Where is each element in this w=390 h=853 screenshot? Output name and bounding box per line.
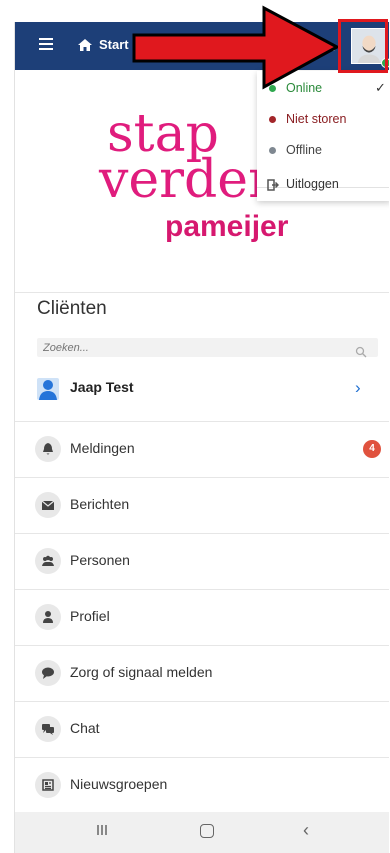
client-search-input[interactable] <box>37 338 378 357</box>
app-frame: Start stap verder pameijer Online ✓ Niet… <box>14 22 389 853</box>
menu-item-zorg-melden[interactable]: Zorg of signaal melden <box>15 645 389 702</box>
logout-icon <box>267 179 279 191</box>
envelope-icon <box>41 500 55 510</box>
user-icon <box>43 611 53 623</box>
menu-item-nieuwsgroepen[interactable]: Nieuwsgroepen <box>15 757 389 814</box>
chevron-right-icon[interactable]: › <box>355 378 361 398</box>
clients-title: Cliënten <box>37 298 107 319</box>
busy-dot-icon <box>269 116 276 123</box>
menu-item-personen[interactable]: Personen <box>15 533 389 590</box>
person-icon <box>37 378 59 400</box>
menu-item-chat[interactable]: Chat <box>15 701 389 758</box>
logo-text-pameijer: pameijer <box>165 210 289 243</box>
checkmark-icon: ✓ <box>375 80 386 95</box>
search-icon <box>355 346 367 358</box>
back-icon[interactable]: ‹ <box>303 820 309 841</box>
status-busy-option[interactable]: Niet storen <box>257 106 389 136</box>
menu-item-berichten[interactable]: Berichten <box>15 477 389 534</box>
red-arrow-annotation <box>132 5 341 90</box>
people-icon <box>42 555 54 566</box>
hamburger-menu-icon[interactable] <box>39 38 53 52</box>
status-offline-option[interactable]: Offline <box>257 137 389 167</box>
logout-option[interactable]: Uitloggen <box>257 171 389 201</box>
menu-item-profiel[interactable]: Profiel <box>15 589 389 646</box>
bell-icon <box>43 443 53 455</box>
home-icon[interactable] <box>77 37 93 53</box>
newspaper-icon <box>42 779 54 791</box>
system-nav-bar: ‹ <box>15 812 389 853</box>
client-name: Jaap Test <box>70 379 134 395</box>
offline-dot-icon <box>269 147 276 154</box>
logo-text-verder: verder <box>99 150 273 210</box>
comment-icon <box>42 667 54 679</box>
client-list-item[interactable]: Jaap Test › <box>15 365 389 422</box>
menu-item-meldingen[interactable]: Meldingen 4 <box>15 421 389 478</box>
chat-icon <box>42 724 54 735</box>
recent-apps-icon[interactable] <box>95 823 109 837</box>
home-button-icon[interactable] <box>200 824 214 838</box>
notification-count-badge: 4 <box>363 440 381 458</box>
nav-start-link[interactable]: Start <box>99 37 129 52</box>
highlight-box-annotation <box>338 19 388 73</box>
